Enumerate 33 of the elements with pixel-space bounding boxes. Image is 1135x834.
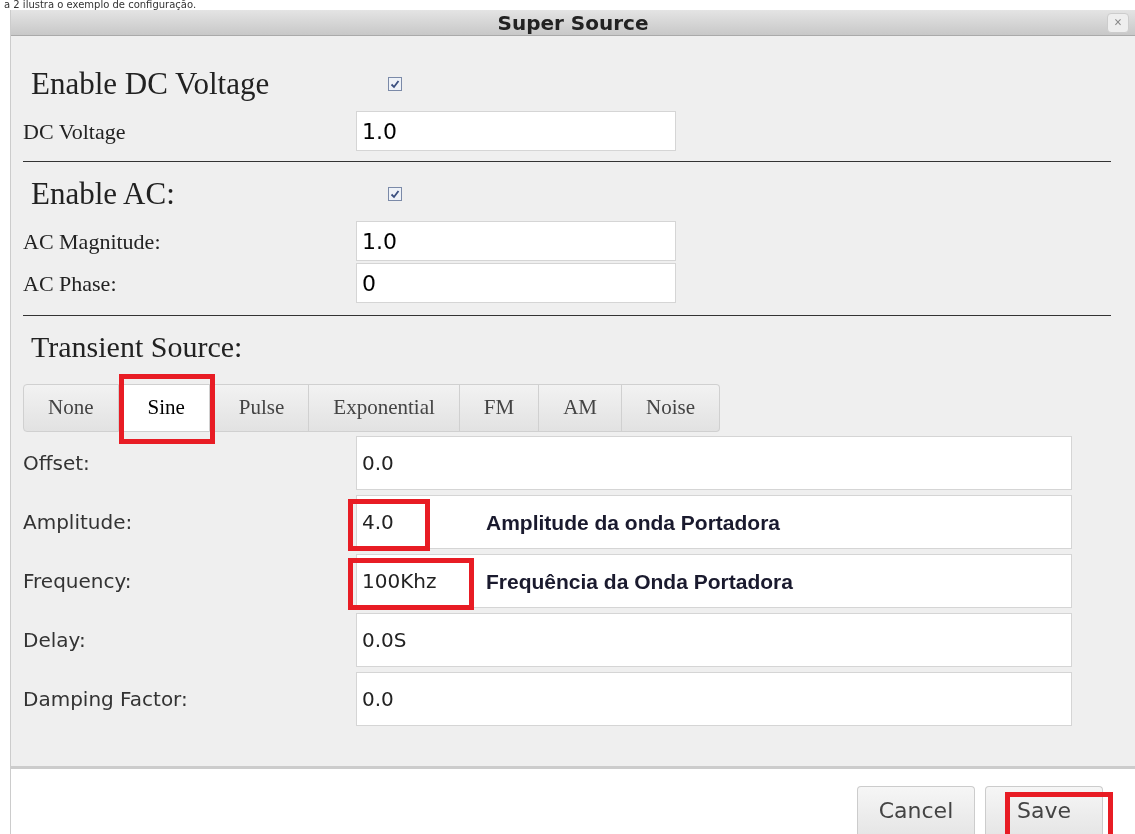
field-label: Damping Factor: (23, 686, 189, 713)
caption-text: a 2 ilustra o exemplo de configuração. (3, 0, 198, 10)
field-label: AC Phase: (23, 269, 118, 298)
field-label: DC Voltage (23, 117, 127, 146)
field-label: AC Magnitude: (23, 227, 162, 256)
tab[interactable]: Exponential (309, 384, 460, 432)
tab[interactable]: FM (459, 384, 540, 432)
section-label: Enable AC: (30, 174, 176, 213)
input-field[interactable]: 0 (356, 263, 676, 303)
field-label: Frequency: (23, 568, 133, 595)
window-title: Super Source (497, 9, 649, 37)
field-label: Offset: (23, 450, 91, 477)
input-field[interactable]: 0.0 (356, 436, 1072, 490)
tab[interactable]: Sine (123, 384, 210, 432)
input-field[interactable]: 1.0 (356, 111, 676, 151)
checkbox[interactable] (388, 187, 402, 201)
section-label: Enable DC Voltage (30, 64, 271, 103)
checkbox[interactable] (388, 77, 402, 91)
field-label: Amplitude: (23, 509, 134, 536)
input-field[interactable]: 0.0 (356, 672, 1072, 726)
check-icon (390, 189, 400, 199)
tab[interactable]: AM (539, 384, 623, 432)
annotation-text: Frequência da Onda Portadora (486, 569, 793, 595)
input-field[interactable]: 0.0S (356, 613, 1072, 667)
tab[interactable]: None (23, 384, 119, 432)
tab[interactable]: Pulse (214, 384, 310, 432)
tab[interactable]: Noise (622, 384, 721, 432)
section-label: Transient Source: (30, 328, 243, 365)
dialog-button[interactable]: Cancel (857, 786, 975, 834)
annotation-text: Amplitude da onda Portadora (486, 510, 781, 536)
input-field[interactable]: 1.0 (356, 221, 676, 261)
field-label: Delay: (23, 627, 87, 654)
check-icon (390, 79, 400, 89)
